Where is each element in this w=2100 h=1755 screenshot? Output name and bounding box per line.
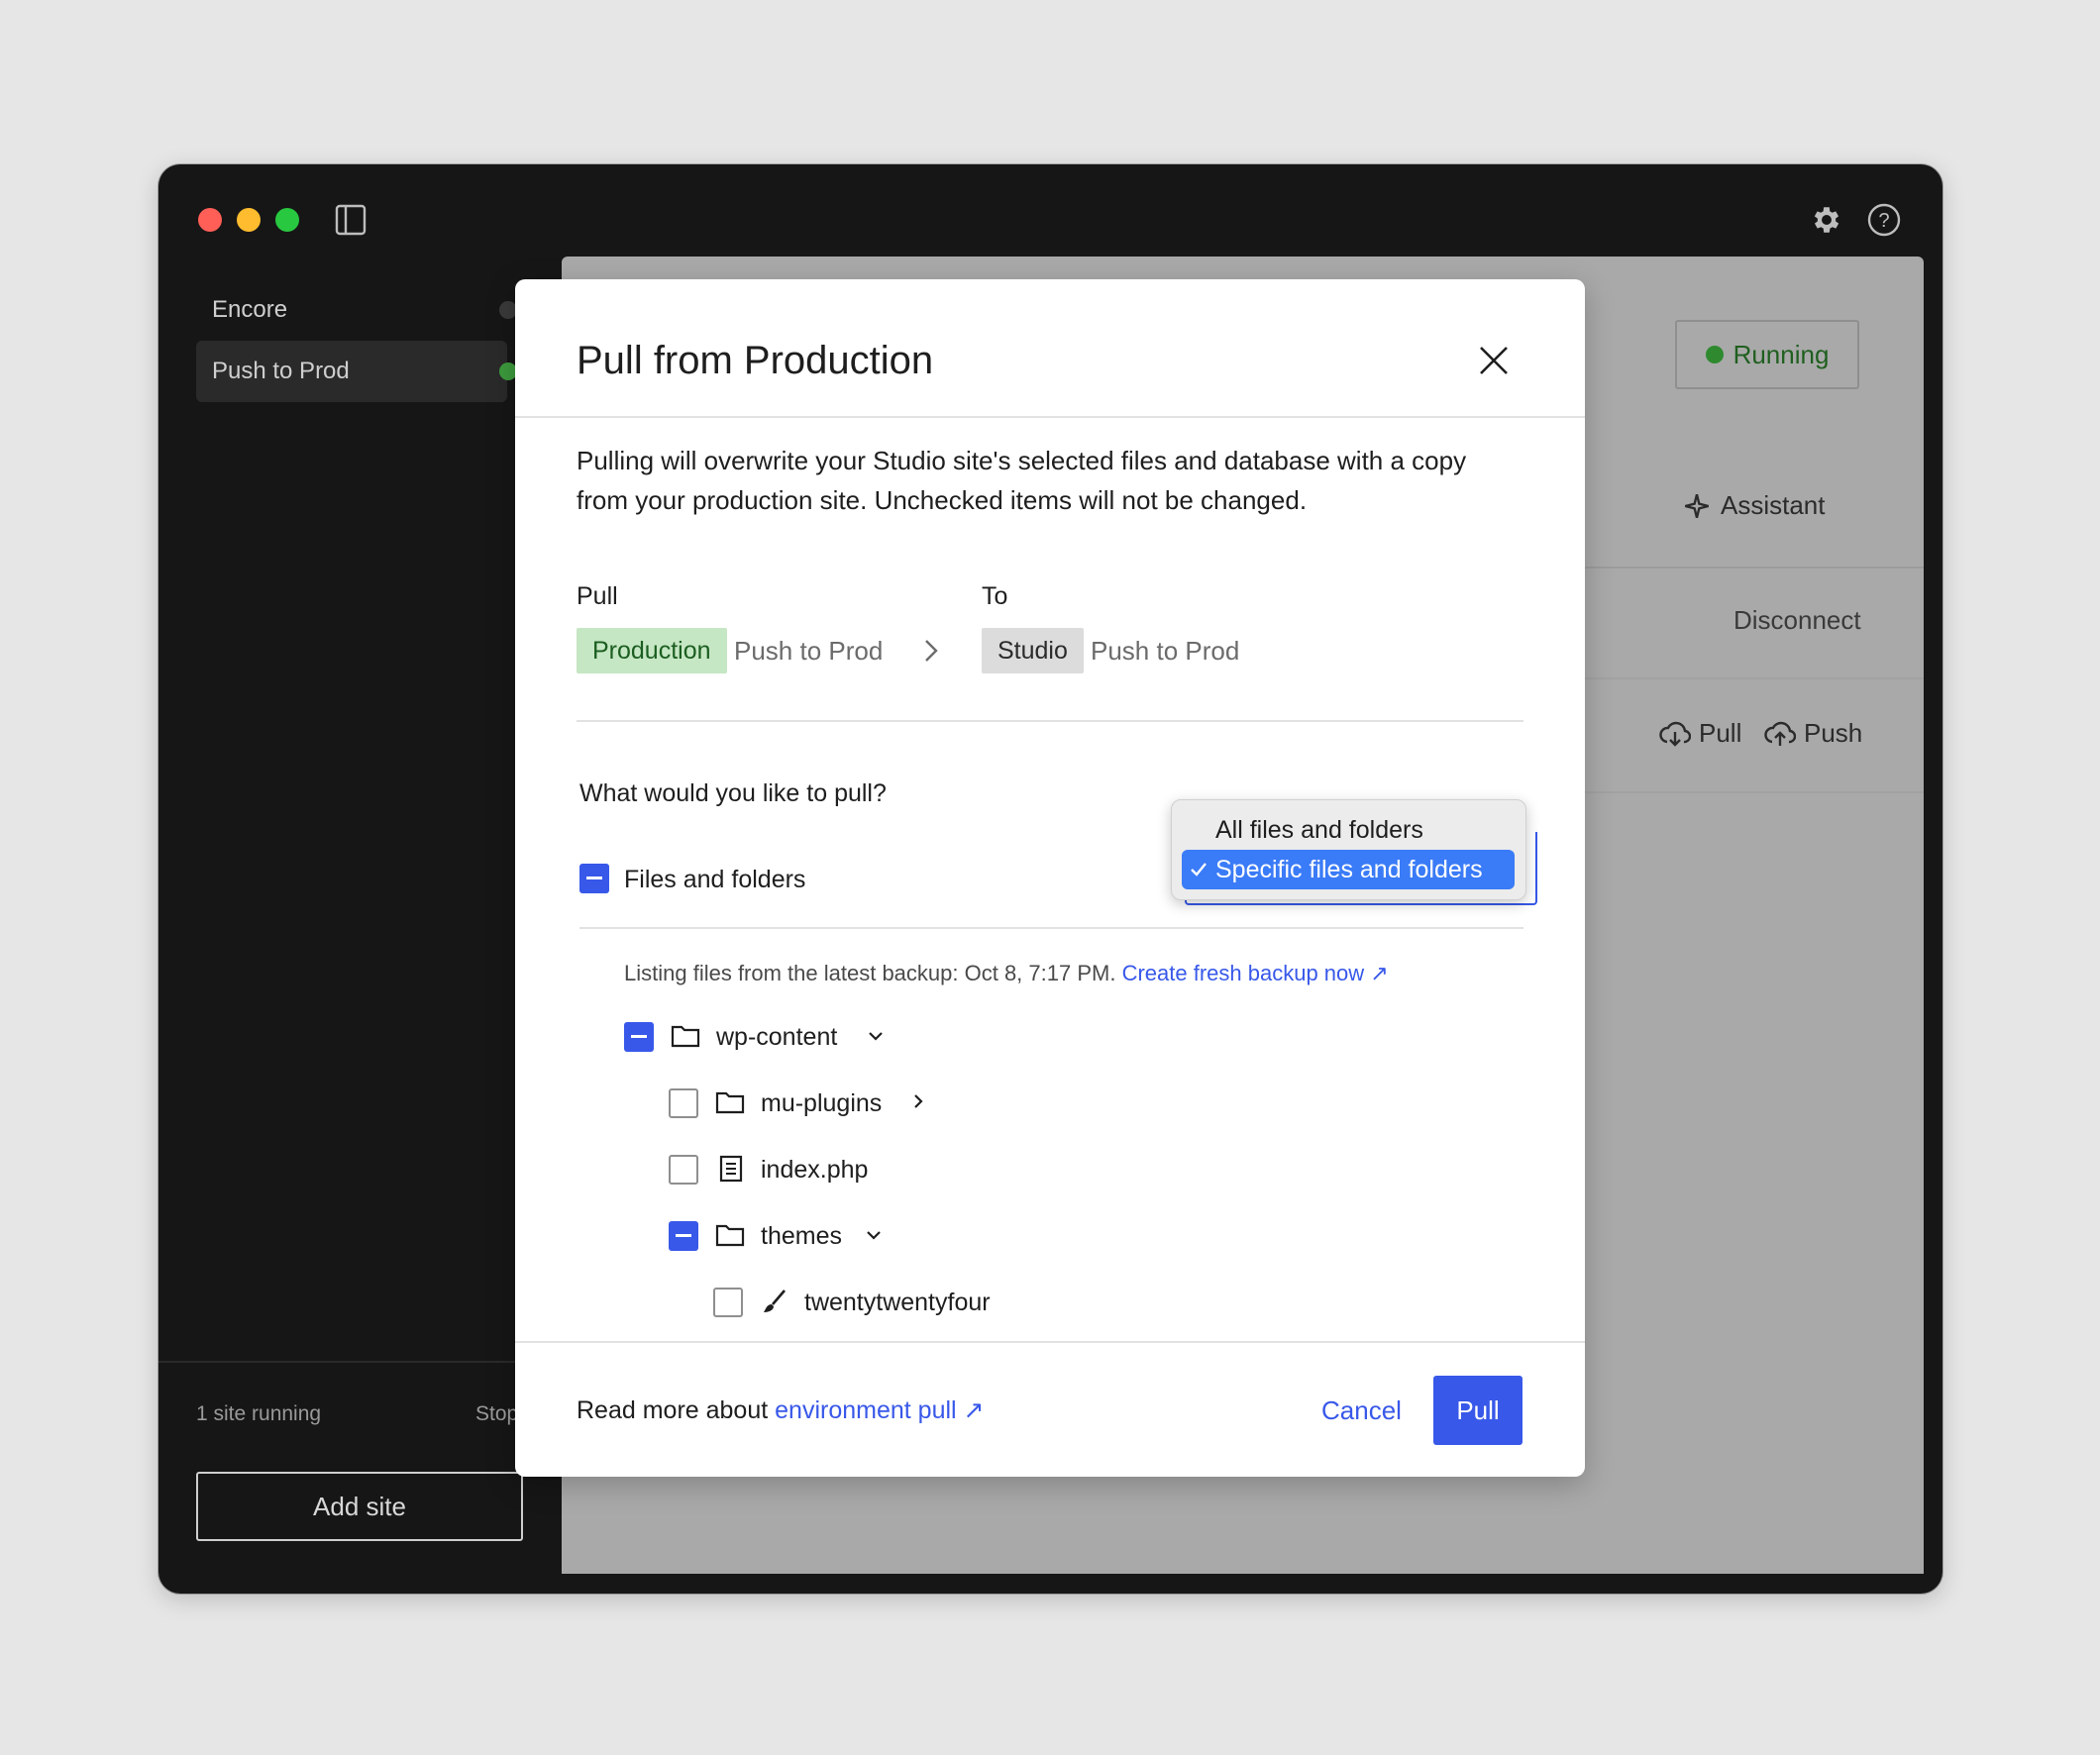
create-backup-link[interactable]: Create fresh backup now ↗ [1122, 961, 1389, 985]
folder-icon [714, 1219, 746, 1251]
files-divider [579, 927, 1523, 929]
gear-icon[interactable] [1807, 200, 1846, 240]
cancel-button[interactable]: Cancel [1321, 1395, 1402, 1426]
to-heading: To [982, 582, 1008, 610]
option-label: Specific files and folders [1215, 855, 1483, 883]
sites-running-status: 1 site running [196, 1402, 322, 1425]
site-name: Encore [212, 296, 288, 323]
push-button-bg[interactable]: Push [1764, 718, 1862, 749]
pull-button[interactable]: Pull [1433, 1376, 1522, 1445]
themes-checkbox[interactable] [669, 1221, 698, 1251]
cloud-upload-icon [1764, 721, 1796, 746]
chevron-right-icon [919, 636, 943, 666]
tree-item-name: wp-content [716, 1023, 838, 1051]
chevron-right-icon[interactable] [908, 1089, 928, 1113]
svg-text:?: ? [1878, 210, 1889, 232]
description-line-2: from your production site. Unchecked ite… [577, 485, 1308, 515]
target-site-name: Push to Prod [1091, 636, 1240, 666]
assistant-tab[interactable]: Assistant [1683, 490, 1826, 521]
folder-icon [670, 1020, 701, 1052]
read-more-text: Read more about [577, 1396, 769, 1424]
studio-tag: Studio [982, 628, 1084, 673]
running-dot [1705, 346, 1724, 363]
tree-item-name: index.php [761, 1156, 869, 1184]
dialog-title: Pull from Production [577, 339, 934, 382]
divider [1562, 677, 1924, 679]
pull-question: What would you like to pull? [579, 779, 887, 807]
option-label: All files and folders [1215, 815, 1423, 844]
folder-icon [714, 1086, 746, 1118]
site-name: Push to Prod [212, 358, 350, 384]
backup-text: Listing files from the latest backup: Oc… [624, 961, 1116, 985]
section-divider [577, 720, 1523, 722]
running-label: Running [1732, 339, 1830, 369]
close-window-button[interactable] [198, 208, 222, 232]
files-and-folders-label: Files and folders [624, 866, 806, 893]
disconnect-button[interactable]: Disconnect [1733, 605, 1861, 636]
sparkle-icon [1685, 493, 1709, 518]
cloud-download-icon [1659, 721, 1691, 747]
production-tag: Production [577, 628, 727, 673]
zoom-window-button[interactable] [275, 208, 299, 232]
divider [1562, 791, 1924, 793]
checkmark-icon [1182, 862, 1215, 878]
pull-dialog: Pull from Production Pulling will overwr… [515, 279, 1585, 1477]
footer-text: Read more about environment pull ↗ [577, 1395, 984, 1425]
tree-item-name: twentytwentyfour [804, 1289, 991, 1316]
assistant-label: Assistant [1721, 490, 1826, 520]
mu-plugins-checkbox[interactable] [669, 1088, 698, 1118]
wp-content-checkbox[interactable] [624, 1022, 654, 1052]
files-and-folders-checkbox[interactable] [579, 864, 609, 893]
chevron-down-icon[interactable] [864, 1024, 888, 1048]
twentytwentyfour-checkbox[interactable] [713, 1288, 743, 1317]
pull-label: Pull [1699, 718, 1742, 748]
file-icon [716, 1153, 746, 1185]
header-divider [515, 416, 1585, 418]
source-site-name: Push to Prod [734, 636, 884, 666]
footer-divider [515, 1341, 1585, 1343]
minimize-window-button[interactable] [237, 208, 261, 232]
divider [1562, 567, 1924, 568]
dropdown-option-all[interactable]: All files and folders [1182, 810, 1515, 850]
tree-item-name: themes [761, 1222, 842, 1250]
backup-info: Listing files from the latest backup: Oc… [624, 961, 1389, 986]
push-label: Push [1804, 718, 1863, 748]
sidebar-site-push-to-prod[interactable]: Push to Prod [196, 341, 517, 402]
description-line-1: Pulling will overwrite your Studio site'… [577, 446, 1467, 475]
stop-all-button[interactable]: Stop [475, 1402, 518, 1426]
add-site-button[interactable]: Add site [196, 1472, 523, 1541]
sidebar-divider [158, 1361, 575, 1363]
dropdown-option-specific[interactable]: Specific files and folders [1182, 850, 1515, 889]
close-icon[interactable] [1472, 339, 1516, 382]
file-scope-dropdown-menu: All files and folders Specific files and… [1171, 799, 1526, 900]
pull-button-bg[interactable]: Pull [1659, 718, 1741, 749]
chevron-down-icon[interactable] [862, 1223, 886, 1247]
index-php-checkbox[interactable] [669, 1155, 698, 1185]
pull-heading: Pull [577, 582, 618, 610]
sidebar-toggle-icon[interactable] [333, 202, 368, 238]
running-status-button[interactable]: Running [1675, 320, 1859, 389]
brush-icon [759, 1286, 790, 1317]
help-icon[interactable]: ? [1864, 200, 1904, 240]
sidebar-site-encore[interactable]: Encore [196, 279, 517, 341]
environment-pull-link[interactable]: environment pull ↗ [775, 1396, 984, 1424]
tree-item-name: mu-plugins [761, 1089, 883, 1117]
